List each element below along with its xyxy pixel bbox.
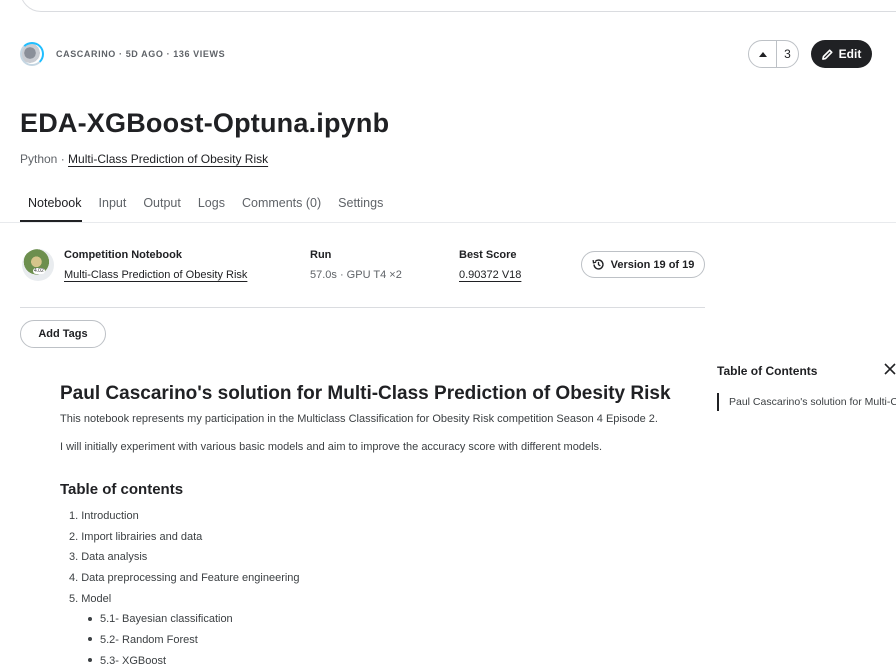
author-meta: CASCARINO · 5D AGO · 136 VIEWS bbox=[20, 42, 225, 66]
avatar-tier-badge: 4.02 bbox=[33, 268, 45, 274]
tab-logs[interactable]: Logs bbox=[198, 194, 225, 222]
toc-heading: Table of contents bbox=[60, 481, 184, 498]
toc-subitem-label: 5.1- Bayesian classification bbox=[100, 613, 233, 626]
edit-label: Edit bbox=[838, 47, 862, 61]
toc-subitem[interactable]: 5.2- Random Forest bbox=[60, 634, 700, 655]
toc-item[interactable]: 3. Data analysis bbox=[60, 551, 700, 572]
bullet-icon bbox=[88, 657, 92, 662]
history-icon bbox=[592, 259, 604, 270]
toc-list: 1. Introduction 2. Import librairies and… bbox=[60, 510, 700, 672]
subtitle: Python · Multi-Class Prediction of Obesi… bbox=[20, 152, 268, 166]
tab-comments[interactable]: Comments (0) bbox=[242, 194, 321, 222]
competition-label: Competition Notebook bbox=[64, 249, 182, 261]
score-link[interactable]: 0.90372 V18 bbox=[459, 269, 521, 281]
run-value: 57.0s · GPU T4 ×2 bbox=[310, 269, 402, 281]
content-paragraph: I will initially experiment with various… bbox=[60, 441, 603, 453]
close-icon[interactable] bbox=[884, 362, 896, 380]
page-title: EDA-XGBoost-Optuna.ipynb bbox=[20, 108, 390, 138]
vote-group: 3 bbox=[748, 40, 799, 68]
toc-subitem-label: 5.2- Random Forest bbox=[100, 634, 198, 647]
toc-item[interactable]: 4. Data preprocessing and Feature engine… bbox=[60, 572, 700, 593]
bullet-icon bbox=[88, 637, 92, 642]
version-button[interactable]: Version 19 of 19 bbox=[581, 251, 705, 278]
toc-subitem[interactable]: 5.1- Bayesian classification bbox=[60, 613, 700, 634]
sidebar-toc-title: Table of Contents bbox=[717, 364, 818, 378]
competition-notebook-link[interactable]: Multi-Class Prediction of Obesity Risk bbox=[64, 269, 247, 281]
tab-divider bbox=[0, 222, 896, 223]
toc-subitem[interactable]: 5.3- XGBoost bbox=[60, 655, 700, 672]
tab-settings[interactable]: Settings bbox=[338, 194, 383, 222]
toc-item[interactable]: 5. Model bbox=[60, 593, 700, 614]
search-bar[interactable] bbox=[20, 0, 896, 12]
sidebar-toc-item[interactable]: Paul Cascarino's solution for Multi-Clas… bbox=[717, 393, 896, 411]
tab-bar: Notebook Input Output Logs Comments (0) … bbox=[20, 194, 400, 222]
info-divider bbox=[20, 307, 705, 308]
tab-output[interactable]: Output bbox=[143, 194, 181, 222]
pencil-icon bbox=[821, 48, 833, 60]
vote-count: 3 bbox=[784, 47, 791, 61]
version-label: Version 19 of 19 bbox=[610, 258, 695, 271]
separator: · bbox=[60, 152, 65, 166]
language-label: Python bbox=[20, 152, 58, 166]
run-label: Run bbox=[310, 249, 332, 261]
toc-item[interactable]: 2. Import librairies and data bbox=[60, 531, 700, 552]
tab-notebook[interactable]: Notebook bbox=[20, 194, 82, 222]
score-label: Best Score bbox=[459, 249, 517, 261]
add-tags-button[interactable]: Add Tags bbox=[20, 320, 106, 348]
tab-input[interactable]: Input bbox=[99, 194, 127, 222]
toc-subitem-label: 5.3- XGBoost bbox=[100, 654, 167, 667]
caret-up-icon bbox=[758, 52, 767, 57]
competition-link[interactable]: Multi-Class Prediction of Obesity Risk bbox=[68, 152, 268, 166]
author-meta-text: CASCARINO · 5D AGO · 136 VIEWS bbox=[56, 49, 226, 59]
notebook-content: Paul Cascarino's solution for Multi-Clas… bbox=[60, 383, 700, 672]
content-paragraph: This notebook represents my participatio… bbox=[60, 413, 658, 425]
content-heading: Paul Cascarino's solution for Multi-Clas… bbox=[60, 383, 671, 404]
bullet-icon bbox=[88, 616, 92, 621]
toc-item[interactable]: 1. Introduction bbox=[60, 510, 700, 531]
edit-button[interactable]: Edit bbox=[811, 40, 872, 68]
competition-avatar[interactable]: 4.02 bbox=[22, 249, 54, 281]
upvote-button[interactable] bbox=[749, 41, 777, 67]
avatar[interactable] bbox=[20, 42, 44, 66]
